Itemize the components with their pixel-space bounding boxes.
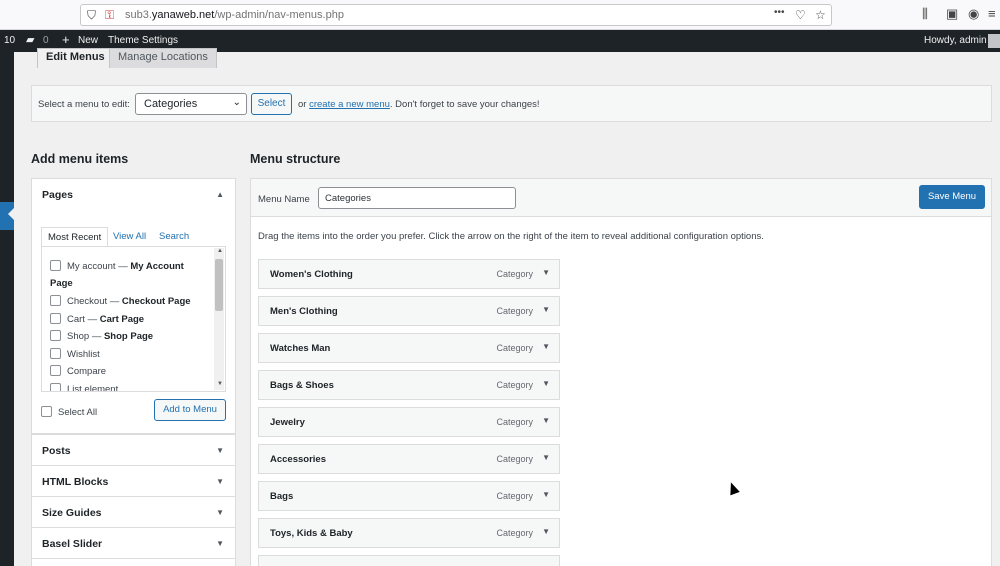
account-icon[interactable]: ◉: [968, 6, 979, 22]
library-icon[interactable]: ⫼: [922, 6, 928, 22]
menu-item[interactable]: Bags Category ▼: [258, 481, 560, 511]
list-item[interactable]: Checkout — Checkout Page: [50, 293, 210, 310]
menu-select-dropdown[interactable]: Categories ⌄: [135, 93, 247, 115]
collapse-arrow-icon[interactable]: ▲: [216, 190, 224, 199]
tab-manage-locations[interactable]: Manage Locations: [109, 48, 217, 68]
list-item[interactable]: Cart — Cart Page: [50, 311, 210, 328]
tab-edit-menus[interactable]: Edit Menus: [37, 48, 114, 68]
html-blocks-panel-title[interactable]: HTML Blocks: [42, 476, 108, 488]
list-item[interactable]: Wishlist: [50, 346, 210, 363]
dropdown-arrow-icon[interactable]: ▼: [542, 305, 550, 314]
menu-structure-box: Menu Name Categories Save Menu Drag the …: [250, 178, 992, 566]
dropdown-arrow-icon[interactable]: ▼: [542, 416, 550, 425]
shield-icon[interactable]: ⛉: [87, 8, 96, 23]
create-menu-link[interactable]: create a new menu: [309, 99, 390, 110]
avatar[interactable]: [988, 34, 1000, 48]
checkbox[interactable]: [50, 365, 61, 376]
basel-slider-panel-title[interactable]: Basel Slider: [42, 538, 102, 550]
tab-most-recent[interactable]: Most Recent: [41, 227, 109, 247]
expand-arrow-icon[interactable]: ▼: [216, 477, 224, 486]
dropdown-arrow-icon[interactable]: ▼: [542, 490, 550, 499]
checkbox[interactable]: [50, 348, 61, 359]
checkbox[interactable]: [50, 295, 61, 306]
chevron-down-icon: ⌄: [232, 97, 241, 108]
more-panel[interactable]: [31, 558, 236, 566]
address-bar[interactable]: ⛉ ⚿ sub3.yanaweb.net/wp-admin/nav-menus.…: [80, 4, 832, 26]
add-menu-items-heading: Add menu items: [31, 152, 129, 166]
menu-name-label: Menu Name: [258, 194, 310, 205]
menu-select-value: Categories: [144, 98, 198, 110]
scrollbar-thumb[interactable]: [215, 259, 223, 311]
checkbox[interactable]: [41, 406, 52, 417]
select-all-checkbox[interactable]: Select All: [41, 406, 97, 418]
manage-menus-box: Select a menu to edit: Categories ⌄ Sele…: [31, 85, 992, 122]
menu-structure-heading: Menu structure: [250, 152, 341, 166]
browser-toolbar: ⛉ ⚿ sub3.yanaweb.net/wp-admin/nav-menus.…: [0, 0, 1000, 30]
comments-count[interactable]: 0: [43, 35, 49, 46]
html-blocks-panel[interactable]: HTML Blocks ▼: [31, 465, 236, 497]
menu-item[interactable]: Bags & Shoes Category ▼: [258, 370, 560, 400]
tab-view-all[interactable]: View All: [107, 227, 152, 247]
plus-icon[interactable]: +: [62, 32, 70, 47]
expand-arrow-icon[interactable]: ▼: [216, 508, 224, 517]
menu-item[interactable]: [258, 555, 560, 566]
sidebar-icon[interactable]: ▣: [946, 6, 958, 22]
page-actions-icon[interactable]: •••: [774, 7, 785, 18]
current-menu-arrow: [8, 208, 14, 220]
dropdown-arrow-icon[interactable]: ▼: [542, 453, 550, 462]
dropdown-arrow-icon[interactable]: ▼: [542, 268, 550, 277]
add-to-menu-button[interactable]: Add to Menu: [154, 399, 226, 421]
new-content-link[interactable]: New: [78, 35, 98, 46]
menu-instructions: Drag the items into the order you prefer…: [258, 231, 764, 242]
pages-panel-title[interactable]: Pages: [42, 189, 73, 201]
expand-arrow-icon[interactable]: ▼: [216, 539, 224, 548]
theme-settings-link[interactable]: Theme Settings: [108, 35, 178, 46]
menu-name-input[interactable]: Categories: [318, 187, 516, 209]
list-item[interactable]: Compare: [50, 363, 210, 380]
site-updates-count[interactable]: 10: [4, 35, 15, 46]
checkbox[interactable]: [50, 383, 61, 391]
posts-panel-title[interactable]: Posts: [42, 445, 71, 457]
menu-item[interactable]: Women's Clothing Category ▼: [258, 259, 560, 289]
pocket-icon[interactable]: ♡: [795, 8, 806, 22]
howdy-user[interactable]: Howdy, admin: [924, 35, 987, 46]
bookmark-star-icon[interactable]: ☆: [815, 8, 826, 22]
select-menu-label: Select a menu to edit:: [38, 99, 130, 110]
insecure-lock-icon[interactable]: ⚿: [105, 8, 114, 23]
menu-item[interactable]: Jewelry Category ▼: [258, 407, 560, 437]
menu-item[interactable]: Toys, Kids & Baby Category ▼: [258, 518, 560, 548]
dropdown-arrow-icon[interactable]: ▼: [542, 342, 550, 351]
posts-panel[interactable]: Posts ▼: [31, 434, 236, 466]
tab-search[interactable]: Search: [153, 227, 195, 247]
menu-item[interactable]: Watches Man Category ▼: [258, 333, 560, 363]
menu-header: Menu Name Categories Save Menu: [251, 179, 991, 217]
size-guides-panel[interactable]: Size Guides ▼: [31, 496, 236, 528]
list-item[interactable]: List element: [50, 381, 210, 391]
scroll-down-icon[interactable]: ▼: [217, 381, 223, 387]
checkbox[interactable]: [50, 313, 61, 324]
checkbox[interactable]: [50, 330, 61, 341]
basel-slider-panel[interactable]: Basel Slider ▼: [31, 527, 236, 559]
size-guides-panel-title[interactable]: Size Guides: [42, 507, 102, 519]
expand-arrow-icon[interactable]: ▼: [216, 446, 224, 455]
pages-list: My account — My Account Page Checkout — C…: [41, 246, 226, 392]
dropdown-arrow-icon[interactable]: ▼: [542, 527, 550, 536]
admin-menu: [0, 52, 14, 566]
list-item[interactable]: My account — My Account Page: [50, 258, 210, 292]
scroll-up-icon[interactable]: ▲: [217, 248, 223, 254]
manage-hint: or create a new menu. Don't forget to sa…: [298, 99, 540, 110]
url-text[interactable]: sub3.yanaweb.net/wp-admin/nav-menus.php: [125, 9, 344, 21]
menu-item[interactable]: Accessories Category ▼: [258, 444, 560, 474]
comment-icon[interactable]: ▰: [26, 33, 34, 46]
select-button[interactable]: Select: [251, 93, 292, 115]
menu-item[interactable]: Men's Clothing Category ▼: [258, 296, 560, 326]
save-menu-button[interactable]: Save Menu: [919, 185, 985, 209]
menu-icon[interactable]: ≡: [988, 6, 996, 21]
dropdown-arrow-icon[interactable]: ▼: [542, 379, 550, 388]
checkbox[interactable]: [50, 260, 61, 271]
list-item[interactable]: Shop — Shop Page: [50, 328, 210, 345]
